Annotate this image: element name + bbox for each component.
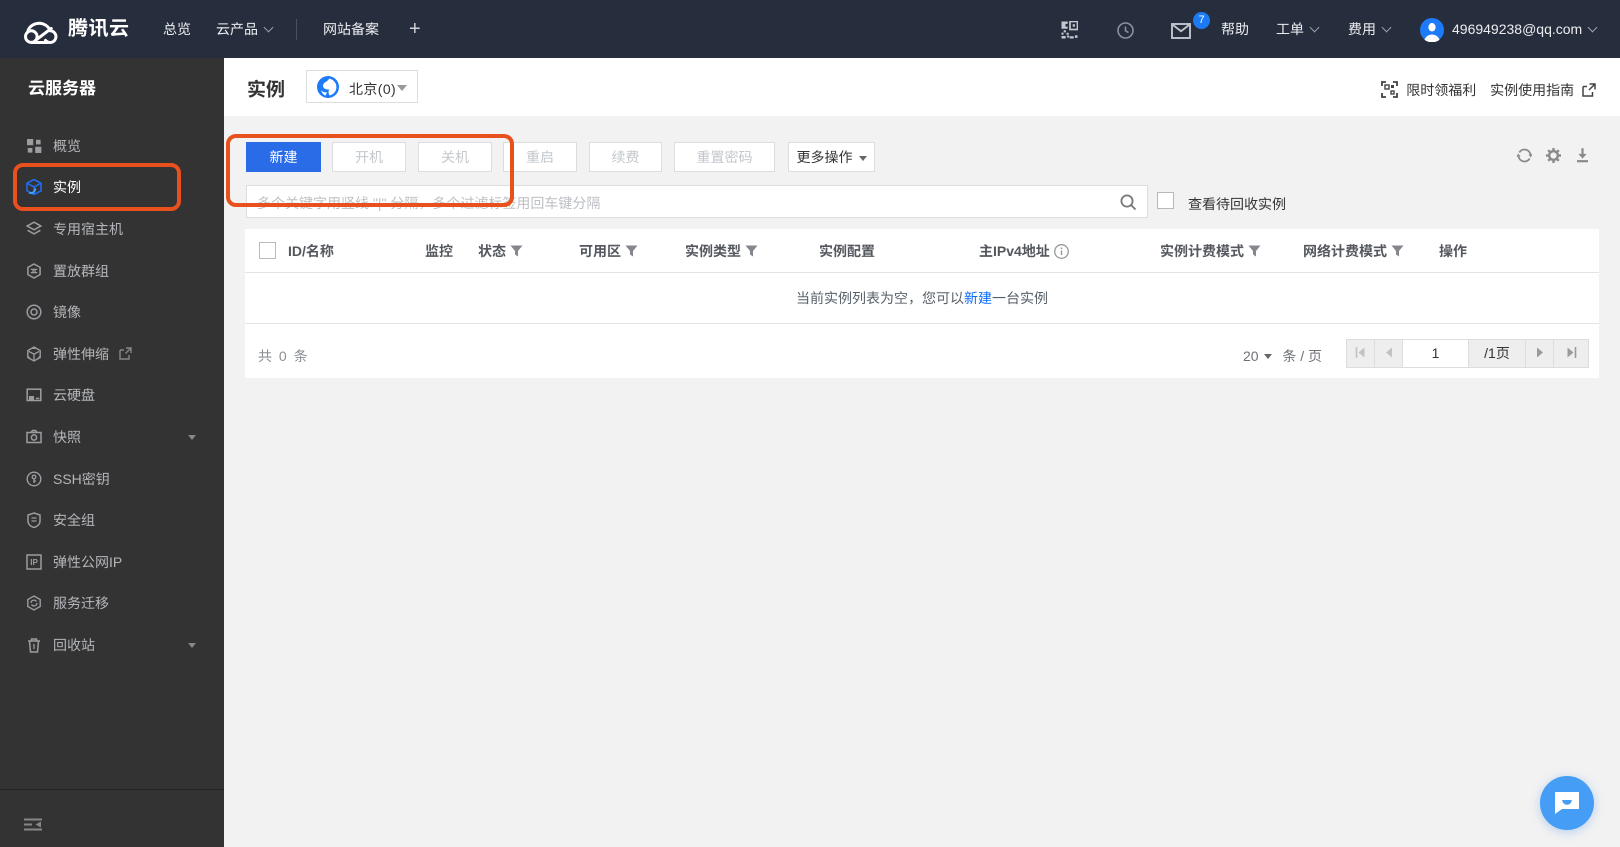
svg-text:IP: IP [30, 558, 38, 567]
